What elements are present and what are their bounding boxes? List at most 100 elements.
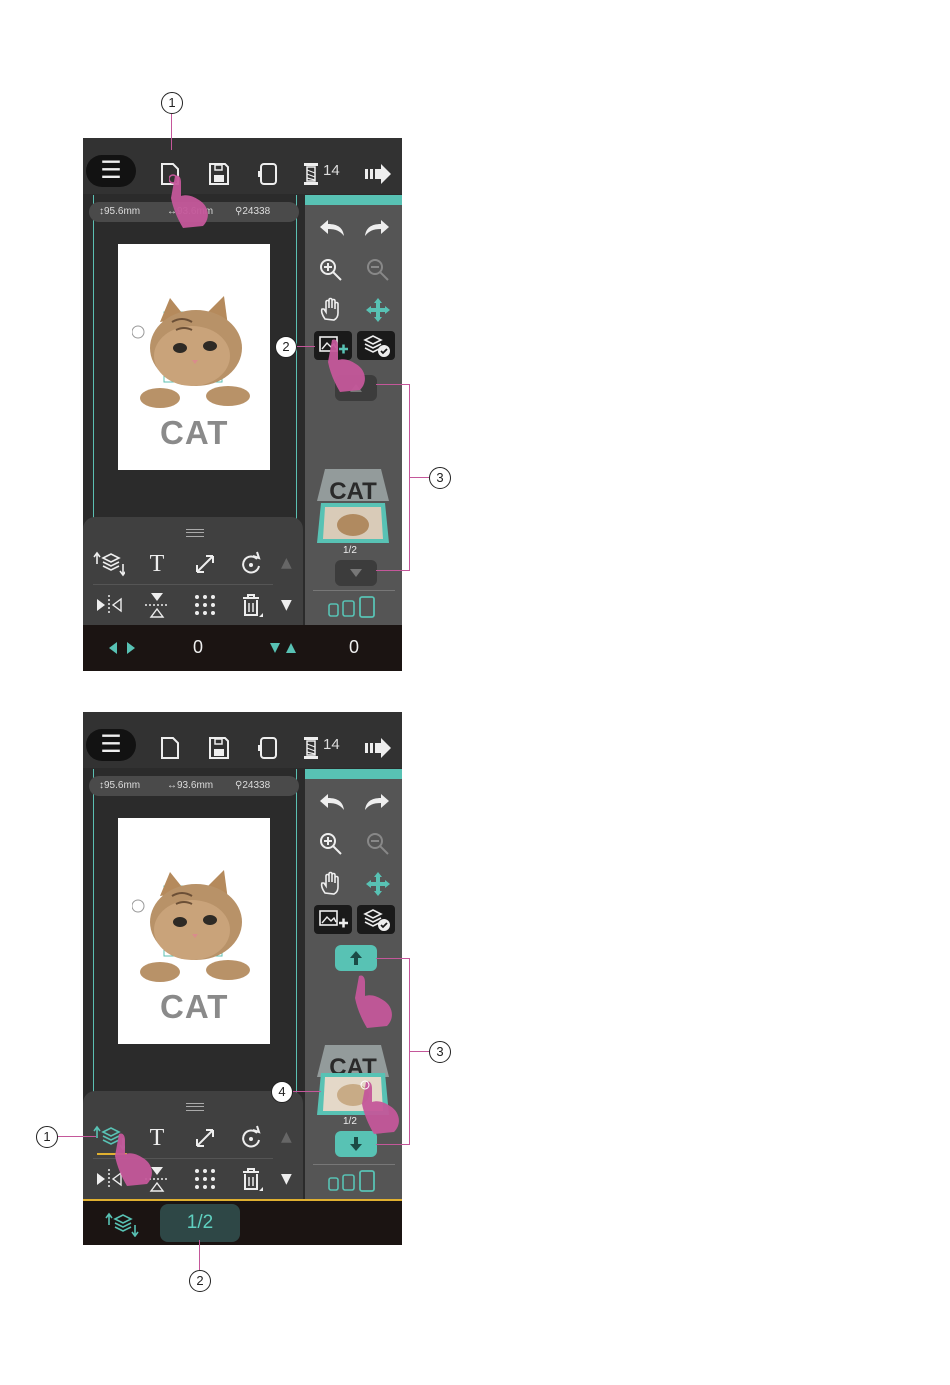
zoom-out-icon[interactable] [365, 257, 391, 283]
hoop-icon[interactable] [257, 162, 279, 186]
design-info-bar: ↕95.6mm ↔93.6mm ⚲24338 [89, 776, 299, 796]
rotate-icon[interactable] [235, 1124, 267, 1152]
callout-2: 2 [189, 1270, 211, 1292]
layer-page-button[interactable]: 1/2 [160, 1204, 240, 1242]
array-dots-icon[interactable] [189, 591, 221, 619]
layer-down-button[interactable] [335, 560, 377, 586]
resize-icon[interactable] [189, 550, 221, 578]
scroll-up-icon[interactable]: ▲ [281, 555, 292, 571]
arrow-up-icon [350, 951, 362, 965]
add-image-icon [319, 910, 348, 928]
edit-tools-panel: T ▲ ▼ [83, 517, 303, 625]
height-label: ↕95.6mm [99, 780, 141, 791]
side-panel-header [305, 769, 402, 779]
y-position-value: 0 [349, 637, 360, 657]
thread-count: 14 [323, 736, 340, 753]
arrow-down-icon [350, 569, 362, 577]
move-icon[interactable] [365, 871, 391, 897]
redo-icon[interactable] [363, 792, 391, 812]
layer-order-icon[interactable] [105, 1211, 141, 1237]
tap-finger-icon [328, 339, 365, 392]
callout-line [199, 1240, 200, 1270]
panel-drag-handle[interactable] [186, 1103, 204, 1111]
callout-2: 2 [275, 336, 297, 358]
thread-spool-icon[interactable] [303, 162, 321, 186]
callout-4: 4 [271, 1081, 293, 1103]
menu-button[interactable]: ☰ [86, 729, 136, 761]
mirror-horizontal-icon[interactable] [93, 591, 125, 619]
width-arrow-icon: ↔ [167, 780, 177, 791]
tap-finger-icon [169, 174, 208, 228]
mirror-vertical-icon[interactable] [141, 591, 173, 619]
callout-bracket [376, 570, 410, 571]
hoop-size-icon[interactable] [327, 596, 383, 620]
callout-bracket [376, 384, 410, 385]
zoom-out-icon[interactable] [365, 831, 391, 857]
zoom-in-icon[interactable] [318, 257, 344, 283]
screen-2: ☰ 14 ↕95.6mm ↔93.6mm ⚲24338 CAT CAT 1/2 … [83, 712, 402, 1245]
rotate-icon[interactable] [235, 550, 267, 578]
top-toolbar: ☰ 14 [83, 138, 402, 194]
thread-count: 14 [323, 162, 340, 179]
cat-text-embroidery[interactable]: CAT [160, 414, 228, 452]
menu-button[interactable]: ☰ [86, 155, 136, 187]
save-icon[interactable] [208, 736, 230, 760]
screen-1: ☰ 14 ↕95.6mm ↔93.6mm ⚲24338 CAT [83, 138, 402, 671]
callout-line [409, 477, 429, 478]
height-label: ↕95.6mm [99, 206, 141, 217]
pan-hand-icon[interactable] [318, 297, 344, 323]
array-dots-icon[interactable] [189, 1165, 221, 1193]
hoop-area: CAT [118, 818, 270, 1044]
layer-thumbnails[interactable]: CAT [315, 465, 391, 547]
delete-icon[interactable] [235, 1165, 267, 1193]
redo-icon[interactable] [363, 218, 391, 238]
next-arrow-icon[interactable] [364, 162, 392, 186]
delete-icon[interactable] [235, 591, 267, 619]
vertical-move-icon[interactable] [268, 641, 298, 655]
undo-icon[interactable] [318, 218, 346, 238]
layers-check-icon [363, 909, 390, 931]
stitch-label: ⚲24338 [235, 206, 271, 217]
callout-1: 1 [161, 92, 183, 114]
side-panel: CAT 1/2 [305, 195, 402, 625]
side-divider [313, 1164, 395, 1165]
text-tool-icon[interactable]: T [141, 550, 173, 578]
scroll-down-icon[interactable]: ▼ [281, 1171, 292, 1187]
move-icon[interactable] [365, 297, 391, 323]
callout-line [293, 1091, 321, 1092]
callout-line [297, 346, 315, 347]
pan-hand-icon[interactable] [318, 871, 344, 897]
zoom-in-icon[interactable] [318, 831, 344, 857]
tap-finger-icon [115, 1133, 152, 1186]
tools-divider [93, 584, 273, 585]
layer-select-button[interactable] [357, 905, 395, 934]
hoop-size-icon[interactable] [327, 1170, 383, 1194]
resize-icon[interactable] [189, 1124, 221, 1152]
scroll-down-icon[interactable]: ▼ [281, 597, 292, 613]
layer-up-button[interactable] [335, 945, 377, 971]
add-image-button[interactable] [314, 905, 352, 934]
new-file-icon[interactable] [160, 736, 180, 760]
menu-icon: ☰ [100, 156, 122, 184]
tap-finger-icon [360, 1080, 399, 1134]
tap-finger-icon [355, 975, 392, 1028]
cat-embroidery-image[interactable] [132, 292, 258, 418]
cat-text-embroidery[interactable]: CAT [160, 988, 228, 1026]
undo-icon[interactable] [318, 792, 346, 812]
callout-3: 3 [429, 467, 451, 489]
layer-page-count: 1/2 [343, 1116, 357, 1127]
layer-status-bar: 1/2 [83, 1199, 402, 1245]
x-position-value: 0 [193, 637, 204, 657]
menu-icon: ☰ [100, 730, 122, 758]
callout-bracket [376, 1144, 410, 1145]
thread-spool-icon[interactable] [303, 736, 321, 760]
cat-embroidery-image[interactable] [132, 866, 258, 992]
callout-line [58, 1136, 96, 1137]
scroll-up-icon[interactable]: ▲ [281, 1129, 292, 1145]
horizontal-move-icon[interactable] [107, 641, 137, 655]
layer-order-icon[interactable] [93, 550, 125, 578]
callout-line [409, 1051, 429, 1052]
next-arrow-icon[interactable] [364, 736, 392, 760]
hoop-icon[interactable] [257, 736, 279, 760]
panel-drag-handle[interactable] [186, 529, 204, 537]
